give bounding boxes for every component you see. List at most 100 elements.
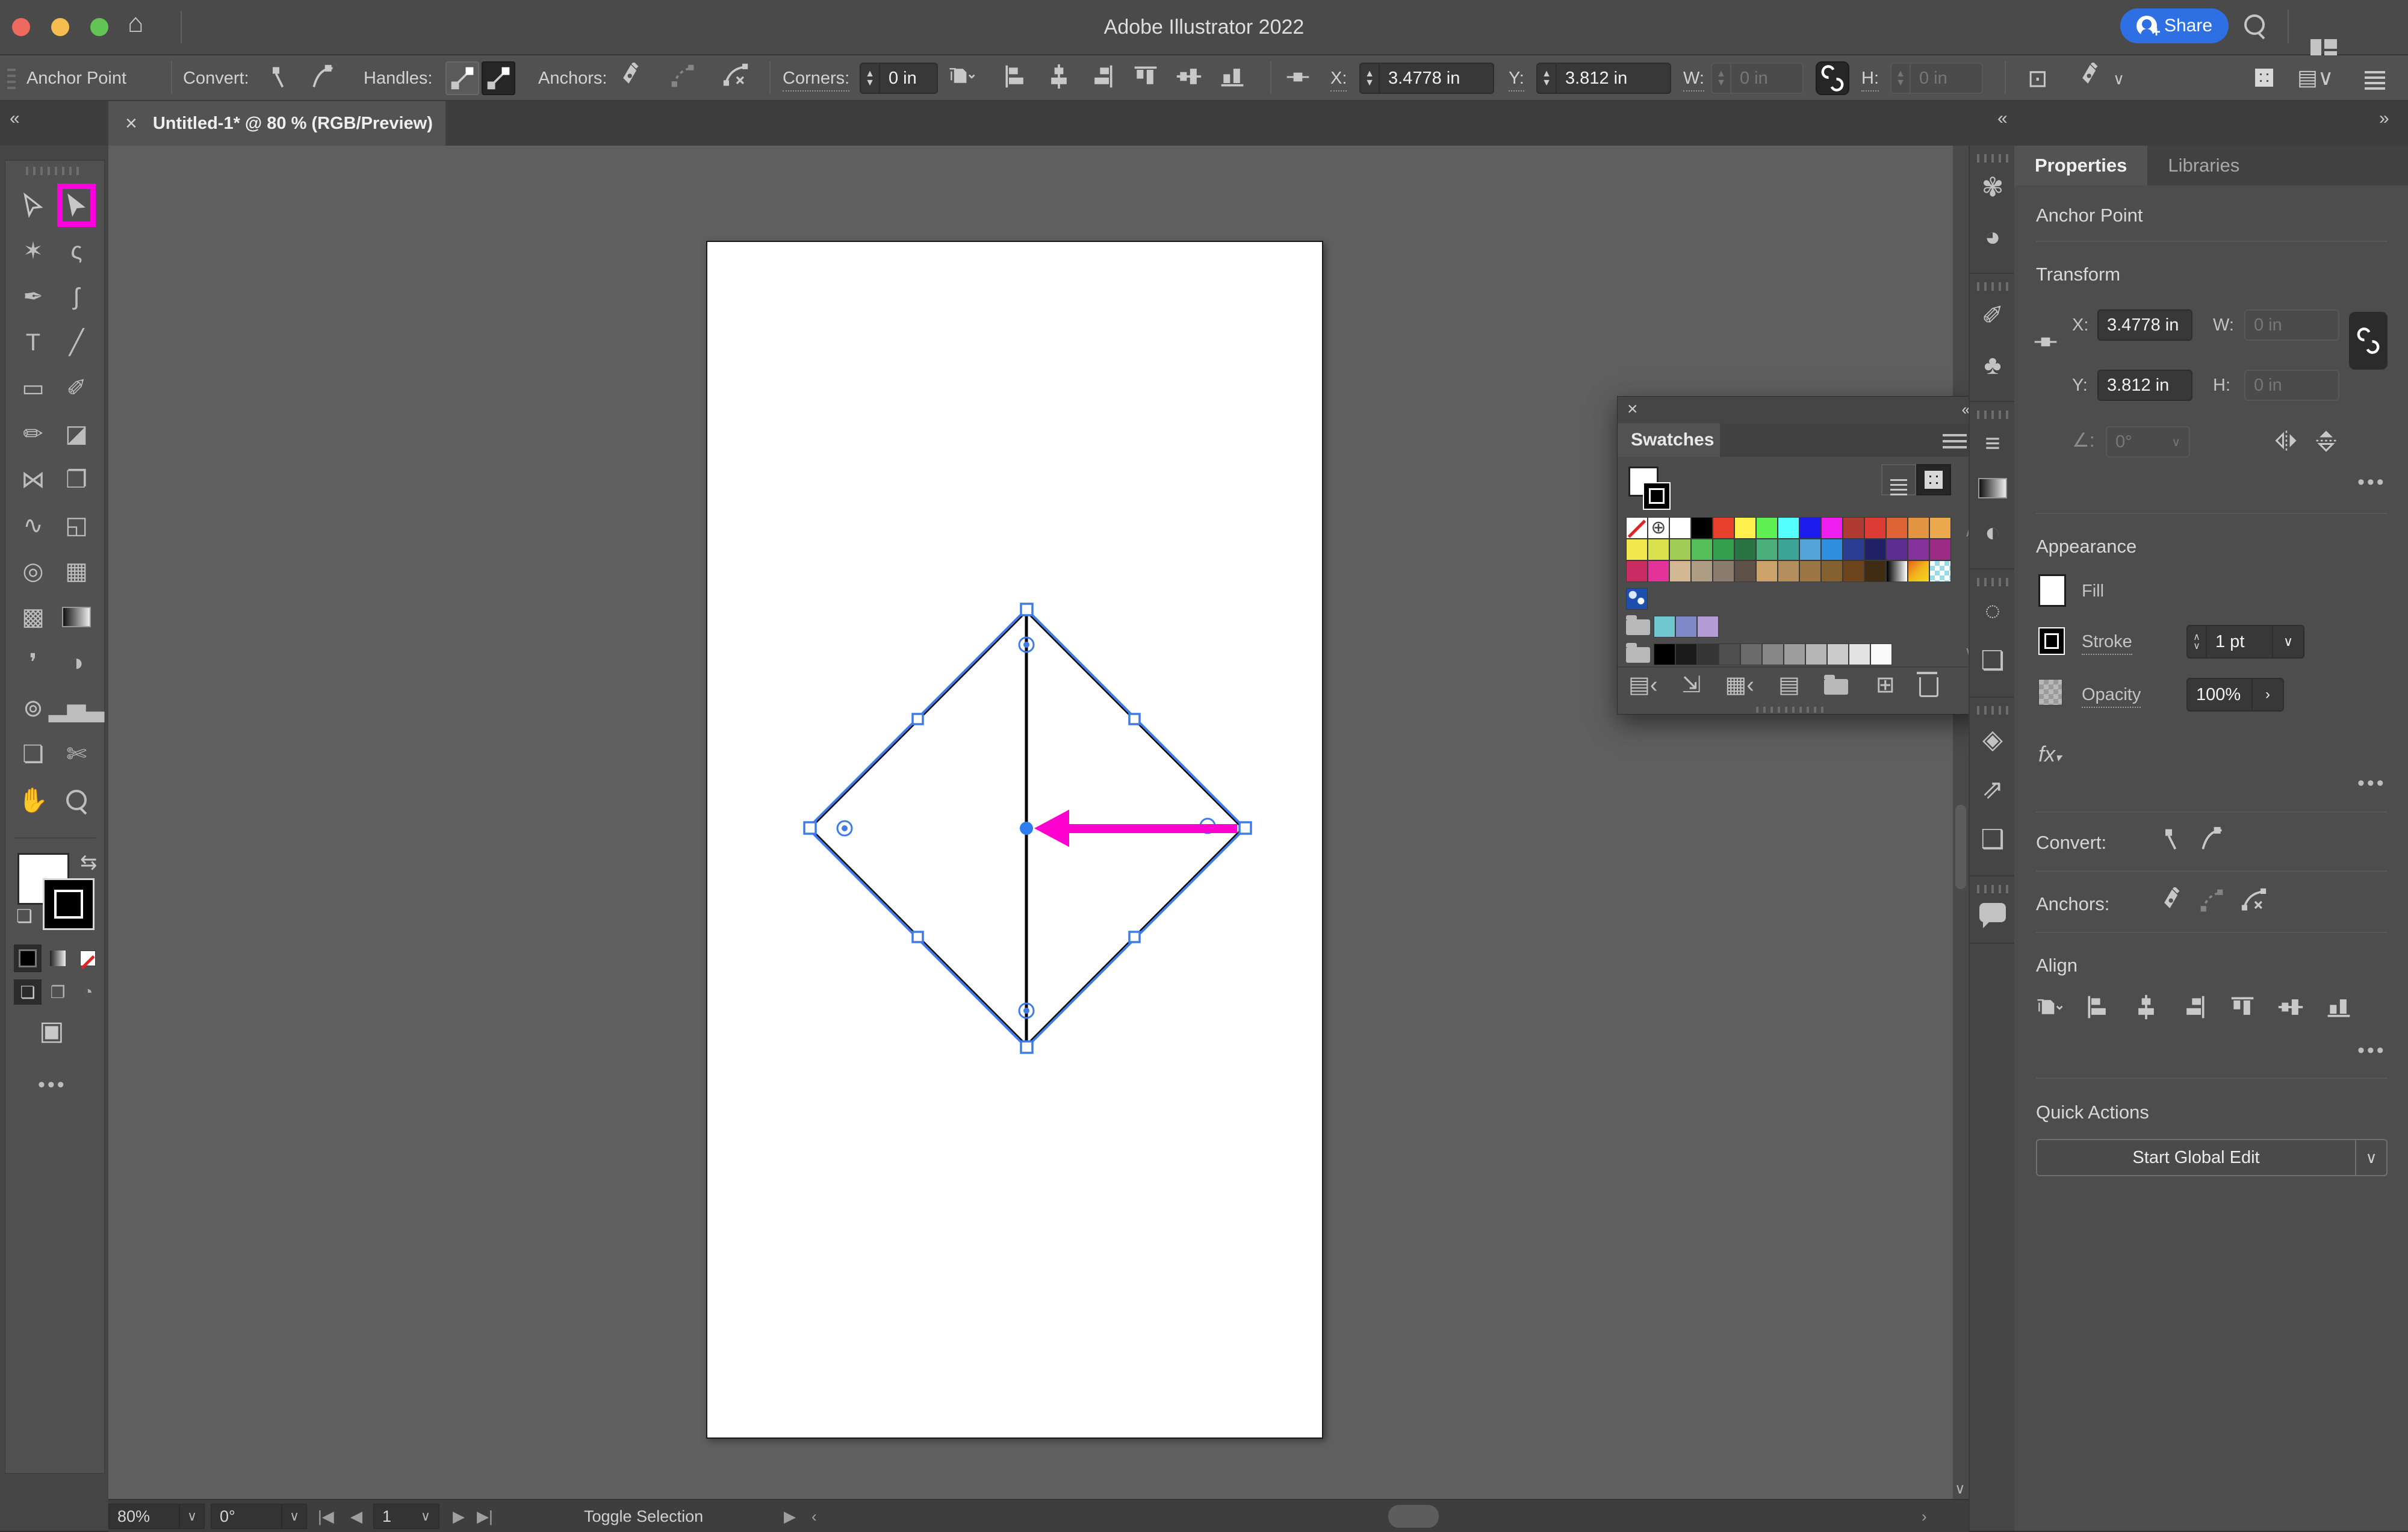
swatch[interactable] — [1778, 517, 1799, 539]
flip-vertical-icon[interactable] — [2313, 427, 2339, 454]
prop-align-hcenter-icon[interactable] — [2132, 993, 2160, 1021]
cb-align-left-icon[interactable] — [1002, 63, 1029, 90]
swatch[interactable] — [1648, 539, 1669, 560]
close-tab-icon[interactable]: × — [125, 112, 137, 135]
link-dimensions-button[interactable] — [1816, 61, 1849, 95]
vertical-scrollbar-thumb[interactable] — [1955, 805, 1966, 889]
tab-libraries[interactable]: Libraries — [2147, 146, 2260, 185]
curvature-tool[interactable]: ʃ — [55, 274, 98, 320]
mesh-tool[interactable]: ▩ — [11, 594, 55, 640]
first-artboard-icon[interactable]: |◀ — [318, 1507, 334, 1526]
swatch[interactable] — [1648, 560, 1669, 582]
anchors-cut-icon[interactable] — [2241, 887, 2267, 914]
swatch[interactable]: ⊕ — [1648, 517, 1669, 539]
color-group-folder-icon[interactable] — [1626, 643, 1650, 663]
transparency-panel-icon[interactable]: ◐ — [1985, 518, 2001, 548]
swatches-menu-icon[interactable] — [1943, 434, 1967, 436]
swatch[interactable] — [1870, 644, 1892, 665]
dock-grip[interactable] — [1977, 154, 2008, 163]
cb-align-right-icon[interactable] — [1088, 63, 1116, 90]
opacity-input[interactable]: 100% — [2186, 678, 2253, 712]
swatch[interactable] — [1821, 560, 1843, 582]
swatch[interactable] — [1778, 560, 1799, 582]
delete-swatch-icon[interactable] — [1916, 672, 1938, 697]
workspace-grid-icon[interactable] — [2255, 69, 2273, 87]
scroll-right-icon[interactable]: › — [1922, 1507, 1927, 1526]
y-input[interactable]: 3.812 in — [1557, 63, 1671, 94]
selection-tool[interactable] — [11, 182, 55, 228]
swatch[interactable] — [1734, 539, 1756, 560]
artboard-number-field[interactable]: 1 ∨ — [373, 1504, 439, 1529]
swatch[interactable] — [1908, 517, 1929, 539]
swatch[interactable] — [1821, 539, 1843, 560]
swatch[interactable] — [1713, 560, 1734, 582]
next-artboard-icon[interactable]: ▶ — [453, 1507, 465, 1526]
prop-align-right-icon[interactable] — [2180, 993, 2208, 1021]
swatch[interactable] — [1821, 517, 1843, 539]
swatch[interactable] — [1784, 644, 1805, 665]
type-tool[interactable]: T — [11, 320, 55, 365]
corners-label[interactable]: Corners: — [783, 69, 850, 91]
document-tab[interactable]: × Untitled-1* @ 80 % (RGB/Preview) — [108, 101, 445, 146]
draw-behind-button[interactable]: ❐ — [44, 979, 72, 1005]
swatch[interactable] — [1827, 644, 1849, 665]
swatch[interactable] — [1756, 560, 1778, 582]
share-button[interactable]: Share — [2120, 8, 2229, 43]
swatch[interactable] — [1697, 616, 1719, 637]
swatch-scroll-up-icon[interactable]: ∧ — [1964, 523, 1969, 541]
symbols-panel-icon[interactable]: ♣ — [1984, 350, 2002, 380]
prop-align-left-icon[interactable] — [2084, 993, 2112, 1021]
swatch[interactable] — [1691, 539, 1713, 560]
prop-artboard-align-icon[interactable] — [2036, 993, 2064, 1021]
isolate-pen-icon[interactable] — [2077, 63, 2103, 89]
dock-collapse-left-icon[interactable]: « — [1997, 108, 2008, 129]
zoom-level-field[interactable]: 80% — [108, 1504, 179, 1529]
line-segment-tool[interactable]: ╱ — [55, 320, 98, 365]
dock-grip[interactable] — [1977, 282, 2008, 291]
swatch[interactable] — [1886, 539, 1908, 560]
swatch[interactable] — [1719, 644, 1740, 665]
draw-normal-button[interactable]: ❏ — [14, 979, 42, 1005]
column-graph-tool[interactable]: ▂▅▃ — [49, 686, 104, 731]
direct-selection-tool[interactable] — [55, 182, 98, 228]
scroll-down-icon[interactable]: ∨ — [1955, 1480, 1966, 1498]
swatch[interactable] — [1799, 560, 1821, 582]
color-group-folder-icon[interactable] — [1626, 615, 1650, 635]
artboard-align-icon[interactable] — [949, 63, 975, 89]
convert-smooth-icon[interactable] — [309, 64, 336, 90]
reference-point-locator-icon[interactable] — [2032, 329, 2059, 355]
remove-anchor-icon[interactable] — [669, 63, 696, 89]
appearance-more-icon[interactable]: ••• — [2357, 772, 2386, 795]
reflect-tool[interactable]: ⋈ — [11, 457, 55, 503]
free-transform-tool[interactable]: ◱ — [55, 503, 98, 548]
edit-toolbar-icon[interactable]: ••• — [38, 1073, 67, 1097]
corners-input[interactable]: 0 in — [880, 63, 938, 94]
swatches-panel-header[interactable]: × « — [1618, 397, 1969, 424]
dock-grip[interactable] — [1977, 706, 2008, 715]
new-color-group-icon[interactable] — [1823, 674, 1848, 695]
tab-properties[interactable]: Properties — [2014, 146, 2148, 185]
prop-align-bottom-icon[interactable] — [2325, 993, 2353, 1021]
stroke-color-chip[interactable] — [43, 878, 95, 930]
grid-view-button[interactable] — [1916, 464, 1951, 495]
pen-tool[interactable]: ✒ — [11, 274, 55, 320]
convert-corner-icon2[interactable] — [2159, 826, 2185, 852]
asset-export-panel-icon[interactable]: ❑ — [1981, 824, 2004, 855]
anchors-pen-icon[interactable] — [2159, 887, 2185, 914]
mini-stroke-chip[interactable] — [1643, 482, 1671, 510]
status-selection-label[interactable]: Toggle Selection — [584, 1507, 703, 1526]
color-panel-icon[interactable]: ✾ — [1982, 172, 2004, 203]
collapse-panel-icon[interactable]: « — [1962, 400, 1969, 419]
rotation-field[interactable]: 0° — [211, 1504, 282, 1529]
stroke-weight-dropdown[interactable]: ∨ — [2273, 625, 2304, 659]
canvas[interactable]: ∨ × « Swatches ⊕ ∧ ∨ ▤‹ ⇲ ▦‹ ▤ ⊞ — [108, 146, 1969, 1499]
gradient-panel-icon[interactable] — [1978, 478, 2007, 498]
align-more-icon[interactable]: ••• — [2357, 1039, 2386, 1062]
swatch[interactable] — [1691, 560, 1713, 582]
rectangle-tool[interactable]: ▭ — [11, 365, 55, 411]
swatch[interactable] — [1626, 588, 1648, 610]
swatch[interactable] — [1654, 644, 1675, 665]
horizontal-scrollbar-thumb[interactable] — [1388, 1505, 1439, 1528]
brushes-panel-icon[interactable]: ✐ — [1982, 300, 2004, 331]
controlbar-menu-icon[interactable] — [2365, 71, 2385, 73]
